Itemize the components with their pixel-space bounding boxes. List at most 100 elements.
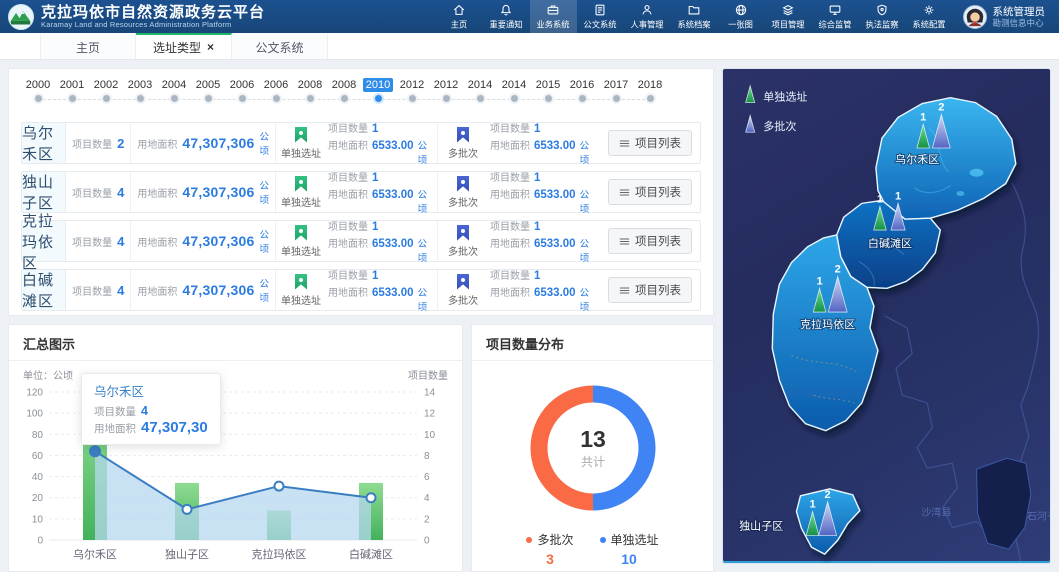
multi-batch-triangle-icon[interactable] [746,115,755,132]
nav-item-shield[interactable]: 执法监察 [859,0,906,33]
year-2000[interactable]: 2000 [21,77,55,92]
single-site-count-value: 1 [372,172,378,184]
map-panel[interactable]: 单独选址多批次12乌尔禾区11白碱滩区12克拉玛依区12独山子区沙湾县石河子 [722,68,1051,564]
right-axis-tick: 12 [424,409,436,420]
close-tab-icon[interactable]: × [207,40,214,54]
user-info[interactable]: 系统管理员 勘测信息中心 [953,5,1052,29]
year-dot-marker [477,95,484,102]
year-2014[interactable]: 2014 [497,77,531,92]
project-list-button[interactable]: 项目列表 [608,277,692,303]
single-site-count-value: 1 [372,221,378,233]
single-site-badge: 单独选址 [276,221,326,261]
year-label: 2003 [125,78,155,92]
nav-item-bell[interactable]: 重要通知 [483,0,530,33]
donut-legend-value: 10 [600,551,659,567]
donut-legend-label: 多批次 [537,531,573,548]
tab-item[interactable]: 公文系统 [232,33,328,59]
nav-item-document[interactable]: 公文系统 [577,0,624,33]
year-2010[interactable]: 2010 [361,77,395,92]
year-2017[interactable]: 2017 [599,77,633,92]
multi-batch-badge-label: 多批次 [448,292,478,307]
line-point-乌尔禾区[interactable] [90,446,100,456]
year-2006[interactable]: 2006 [259,77,293,92]
year-2014[interactable]: 2014 [463,77,497,92]
project-list-button[interactable]: 项目列表 [608,179,692,205]
year-2012[interactable]: 2012 [429,77,463,92]
single-site-badge: 单独选址 [276,172,326,212]
single-site-area-line: 用地面积6533.00公顷 [328,137,435,166]
donut-chart[interactable]: 13共计 [520,375,666,521]
year-dot[interactable] [395,95,429,105]
year-2008[interactable]: 2008 [327,77,361,92]
line-point-独山子区[interactable] [183,505,192,514]
multi-batch-area-value: 6533.00 [534,287,576,299]
year-dot[interactable] [21,95,55,105]
nav-item-home[interactable]: 主页 [436,0,483,33]
nav-item-person[interactable]: 人事管理 [624,0,671,33]
year-dot[interactable] [361,95,395,105]
year-2005[interactable]: 2005 [191,77,225,92]
line-point-白碱滩区[interactable] [367,493,376,502]
nav-item-monitor[interactable]: 综合监管 [812,0,859,33]
year-dot[interactable] [497,95,531,105]
project-list-button[interactable]: 项目列表 [608,228,692,254]
single-site-stats: 项目数量1用地面积6533.00公顷 [326,123,438,163]
map-region-label: 独山子区 [739,519,783,532]
year-2016[interactable]: 2016 [565,77,599,92]
year-dot[interactable] [327,95,361,105]
year-dot-marker [35,95,42,102]
land-area-unit: 公顷 [418,138,435,166]
year-dot[interactable] [633,95,667,105]
year-dot[interactable] [599,95,633,105]
multi-batch-stats: 项目数量1用地面积6533.00公顷 [488,123,600,163]
year-2008[interactable]: 2008 [293,77,327,92]
year-dot[interactable] [123,95,157,105]
nav-item-folder[interactable]: 系统档案 [671,0,718,33]
year-dot-marker [613,95,620,102]
year-2001[interactable]: 2001 [55,77,89,92]
donut-title: 项目数量分布 [472,325,713,361]
year-dot[interactable] [55,95,89,105]
year-dot[interactable] [565,95,599,105]
year-2003[interactable]: 2003 [123,77,157,92]
year-label: 2012 [397,78,427,92]
summary-chart-canvas[interactable]: 1201410012801060840620410200乌尔禾区独山子区克拉玛依… [9,382,460,570]
line-point-克拉玛依区[interactable] [275,482,284,491]
year-dot[interactable] [293,95,327,105]
tab-item[interactable]: 主页 [40,33,136,59]
year-2015[interactable]: 2015 [531,77,565,92]
legend-dot-icon [600,537,606,543]
year-2004[interactable]: 2004 [157,77,191,92]
single-site-count: 1 [809,499,815,511]
year-2006[interactable]: 2006 [225,77,259,92]
single-site-triangle-icon[interactable] [746,86,755,103]
project-list-button[interactable]: 项目列表 [608,130,692,156]
year-dot[interactable] [89,95,123,105]
multi-batch-area-line: 用地面积6533.00公顷 [490,186,598,215]
folder-icon [687,3,701,17]
map-bg-label: 石河子 [1027,511,1050,523]
nav-item-briefcase[interactable]: 业务系统 [530,0,577,33]
map-canvas[interactable]: 单独选址多批次12乌尔禾区11白碱滩区12克拉玛依区12独山子区沙湾县石河子 [723,69,1050,563]
year-2012[interactable]: 2012 [395,77,429,92]
multi-batch-count-value: 1 [534,221,540,233]
year-dot[interactable] [259,95,293,105]
donut-legend-entry[interactable]: 多批次 [526,531,573,548]
tab-active[interactable]: 选址类型× [136,33,232,59]
donut-legend-entry[interactable]: 单独选址 [600,531,659,548]
year-dot[interactable] [531,95,565,105]
district-name: 乌尔禾区 [22,123,66,163]
year-2002[interactable]: 2002 [89,77,123,92]
year-dot[interactable] [157,95,191,105]
multi-batch-count-line: 项目数量1 [490,267,598,282]
year-dot-marker [205,95,212,102]
land-area-label: 用地面积 [137,136,177,151]
nav-item-layers[interactable]: 项目管理 [765,0,812,33]
nav-item-globe[interactable]: 一张图 [718,0,765,33]
year-dot[interactable] [191,95,225,105]
year-dot[interactable] [429,95,463,105]
year-2018[interactable]: 2018 [633,77,667,92]
year-dot[interactable] [225,95,259,105]
nav-item-gear[interactable]: 系统配置 [906,0,953,33]
year-dot[interactable] [463,95,497,105]
